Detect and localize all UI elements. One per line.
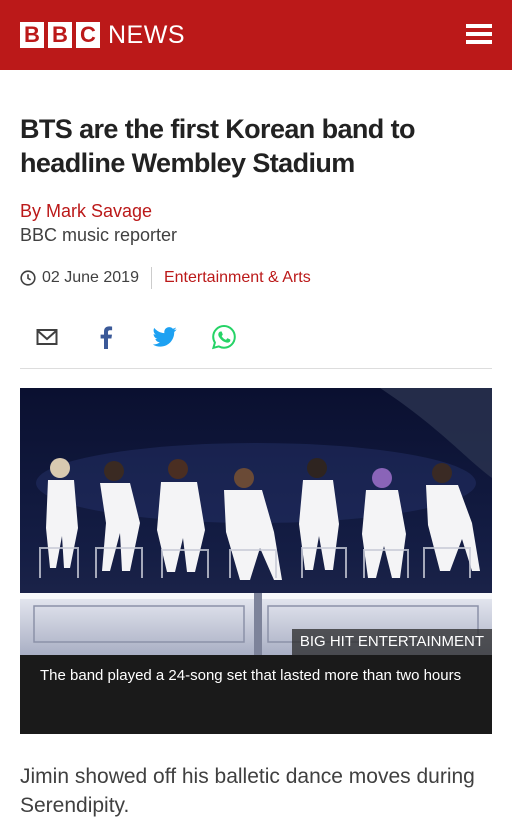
article-headline: BTS are the first Korean band to headlin… bbox=[20, 114, 415, 178]
logo-letter-b1: B bbox=[20, 22, 44, 48]
section-link[interactable]: Entertainment & Arts bbox=[164, 269, 311, 287]
image-caption: The band played a 24-song set that laste… bbox=[20, 655, 492, 734]
top-bar: B B C NEWS bbox=[0, 0, 512, 70]
facebook-icon[interactable] bbox=[93, 324, 119, 350]
email-icon[interactable] bbox=[34, 324, 60, 350]
publish-date: 02 June 2019 bbox=[42, 269, 139, 286]
divider bbox=[20, 368, 492, 369]
logo-letter-c: C bbox=[76, 22, 100, 48]
logo-letter-b2: B bbox=[48, 22, 72, 48]
whatsapp-icon[interactable] bbox=[211, 324, 237, 350]
hamburger-icon[interactable] bbox=[466, 24, 492, 46]
concert-photo[interactable]: BIG HIT ENTERTAINMENT bbox=[20, 388, 492, 655]
author-role: BBC music reporter bbox=[20, 225, 178, 245]
article-meta: 02 June 2019 Entertainment & Arts bbox=[20, 266, 311, 290]
meta-divider bbox=[150, 267, 152, 289]
bbc-news-logo[interactable]: B B C NEWS bbox=[20, 21, 185, 49]
image-credit: BIG HIT ENTERTAINMENT bbox=[291, 629, 492, 655]
logo-word-news: NEWS bbox=[108, 21, 185, 49]
author-name: By Mark Savage bbox=[20, 201, 153, 221]
share-tools bbox=[34, 322, 270, 352]
clock-icon bbox=[20, 270, 36, 286]
twitter-icon[interactable] bbox=[152, 324, 178, 350]
article-figure: BIG HIT ENTERTAINMENT The band played a … bbox=[20, 388, 492, 734]
article-paragraph: Jimin showed off his balletic dance move… bbox=[20, 765, 475, 817]
